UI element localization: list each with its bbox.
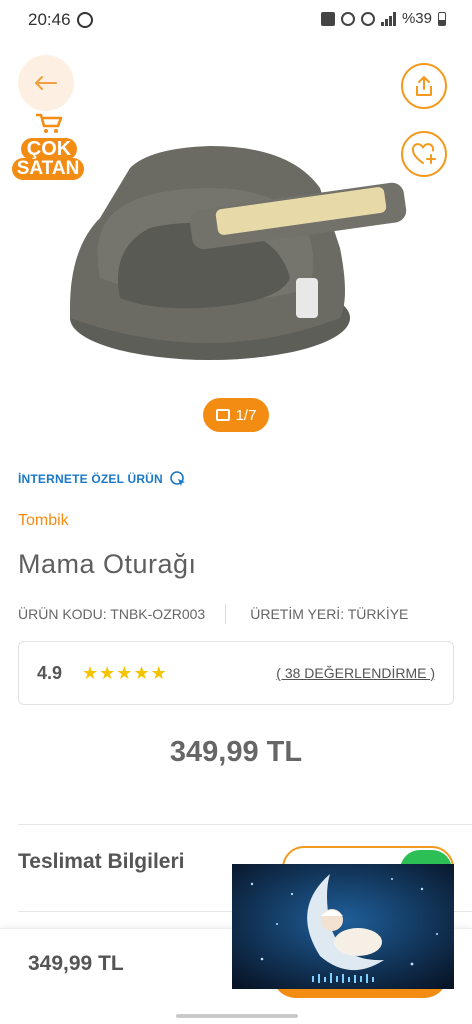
product-meta-row: ÜRÜN KODU: TNBK-OZR003 ÜRETİM YERİ: TÜRK… (18, 604, 438, 624)
floating-video-player[interactable] (232, 864, 454, 989)
battery-percent: %39 (401, 10, 432, 27)
section-divider (18, 824, 472, 825)
reviews-link[interactable]: ( 38 DEĞERLENDİRME ) (276, 665, 435, 681)
product-price: 349,99 TL (169, 736, 303, 768)
wifi-icon (360, 11, 375, 26)
status-time: 20:46 (28, 10, 71, 29)
whatsapp-notification-icon (76, 12, 93, 28)
lock-icon (320, 11, 335, 26)
product-image[interactable] (60, 128, 420, 378)
mute-icon (340, 11, 355, 26)
signal-icon (380, 11, 396, 26)
product-title: Mama Oturağı (18, 549, 197, 579)
bottom-bar-price: 349,99 TL (28, 952, 124, 975)
rating-score: 4.9 (37, 662, 63, 683)
image-counter[interactable]: 1/7 (203, 398, 269, 432)
rating-summary[interactable]: 4.9 ★★★★★ ( 38 DEĞERLENDİRME ) (18, 641, 454, 705)
delivery-info-header[interactable]: Teslimat Bilgileri (18, 850, 185, 874)
product-origin: ÜRETİM YERİ: TÜRKİYE (250, 606, 409, 622)
product-code: ÜRÜN KODU: TNBK-OZR003 (18, 606, 206, 622)
share-icon (416, 76, 432, 96)
status-indicators: %39 (320, 10, 446, 27)
internet-only-text: İNTERNETE ÖZEL ÜRÜN (18, 472, 163, 486)
back-button[interactable] (18, 55, 74, 111)
battery-icon (438, 11, 446, 26)
status-bar: 20:46 %39 (0, 0, 472, 40)
rating-stars-icon: ★★★★★ (82, 662, 168, 683)
arrow-left-icon (35, 76, 57, 90)
home-indicator[interactable] (176, 1014, 298, 1018)
meta-divider (225, 604, 227, 624)
image-counter-text: 1/7 (235, 406, 257, 424)
share-button[interactable] (401, 63, 447, 109)
cursor-click-icon (170, 471, 185, 486)
brand-link[interactable]: Tombik (18, 512, 69, 530)
video-frame (232, 864, 454, 989)
image-icon (215, 409, 230, 421)
internet-only-label: İNTERNETE ÖZEL ÜRÜN (18, 470, 187, 488)
